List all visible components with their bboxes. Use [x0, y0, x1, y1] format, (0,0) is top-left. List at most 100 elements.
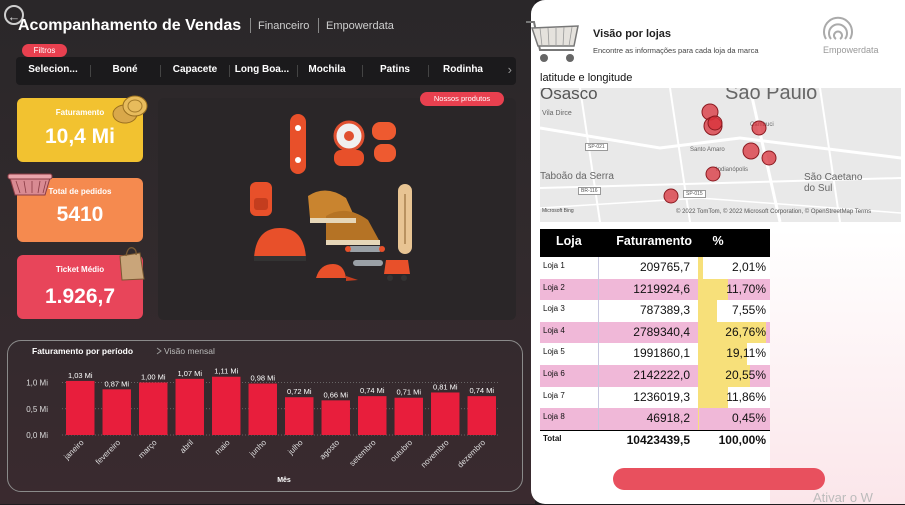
- skateboard-icon: [290, 114, 306, 174]
- bar-data-label: 1,00 Mi: [141, 373, 166, 382]
- bar: [321, 400, 350, 435]
- bar-data-label: 1,07 Mi: [177, 369, 202, 378]
- column-header-faturamento[interactable]: Faturamento: [598, 234, 692, 248]
- total-percent: 100,00%: [718, 432, 766, 447]
- table-body: Loja 1 209765,7 2,01% Loja 2 1219924,6 11,70%…: [540, 257, 770, 430]
- nav-link-financeiro[interactable]: Financeiro: [258, 20, 309, 32]
- bar-data-label: 0,87 Mi: [104, 379, 129, 388]
- slicer-item-mochila[interactable]: Mochila: [294, 64, 360, 75]
- cell-loja: Loja 3: [543, 304, 565, 314]
- bar: [139, 382, 168, 435]
- x-tick-label: março: [137, 438, 159, 460]
- table-row[interactable]: Loja 6 2142222,0 20,55%: [540, 364, 770, 387]
- bar: [66, 380, 95, 435]
- shoes-icon: [308, 190, 380, 245]
- trucks-icon: [345, 246, 385, 266]
- bar-data-label: 0,66 Mi: [323, 390, 348, 399]
- product-slicer[interactable]: Selecion... Boné Capacete Long Boa... Mo…: [16, 57, 516, 85]
- store-marker: [742, 142, 760, 160]
- table-row[interactable]: Loja 4 2789340,4 26,76%: [540, 321, 770, 344]
- slicer-item-rodinha[interactable]: Rodinha: [428, 64, 498, 75]
- table-row[interactable]: Loja 8 46918,2 0,45%: [540, 408, 770, 430]
- cell-faturamento: 1991860,1: [633, 346, 690, 361]
- table-row[interactable]: Loja 1 209765,7 2,01%: [540, 257, 770, 279]
- map-attribution[interactable]: © 2022 TomTom, © 2022 Microsoft Corporat…: [676, 209, 871, 215]
- action-button[interactable]: [613, 468, 825, 490]
- store-marker: [751, 120, 767, 136]
- kpi-value: 10,4 Mi: [44, 125, 116, 148]
- brand-name: Empowerdata: [823, 45, 879, 55]
- cell-loja: Loja 1: [543, 261, 565, 270]
- store-marker: [663, 188, 679, 204]
- cell-faturamento: 1236019,3: [633, 389, 690, 404]
- slicer-item-patins[interactable]: Patins: [362, 64, 428, 75]
- cell-loja: Loja 5: [543, 347, 565, 357]
- x-tick-label: setembro: [348, 438, 378, 468]
- table-row[interactable]: Loja 5 1991860,1 19,11%: [540, 343, 770, 365]
- column-header-loja[interactable]: Loja: [556, 234, 582, 248]
- cap-icon: [316, 264, 358, 281]
- roller-skate-icon: [384, 260, 410, 281]
- x-tick-label: agosto: [318, 438, 342, 462]
- bar: [394, 397, 423, 435]
- cell-percent: 11,70%: [726, 281, 766, 296]
- products-illustration: [250, 114, 412, 281]
- x-tick-label: maio: [213, 438, 232, 457]
- table-row[interactable]: Loja 7 1236019,3 11,86%: [540, 386, 770, 409]
- x-tick-label: janeiro: [62, 438, 86, 462]
- slicer-item-select-all[interactable]: Selecion...: [20, 64, 86, 75]
- shopping-cart-icon: [526, 21, 579, 62]
- column-header-percent[interactable]: %: [698, 234, 738, 248]
- cell-faturamento: 1219924,6: [633, 281, 690, 296]
- bar-data-label: 0,71 Mi: [396, 388, 421, 397]
- products-badge[interactable]: Nossos produtos: [420, 92, 504, 106]
- table-total-row: Total 10423439,5 100,00%: [540, 429, 770, 452]
- bar: [248, 383, 277, 435]
- kpi-value: 1.926,7: [44, 285, 116, 308]
- bar-data-label: 0,72 Mi: [287, 387, 312, 396]
- chevron-right-icon[interactable]: ›: [508, 62, 512, 77]
- cell-percent: 0,45%: [731, 411, 766, 426]
- bar: [358, 396, 387, 435]
- wheels-icon: [333, 120, 396, 166]
- y-tick-label: 0,0 Mi: [26, 431, 48, 440]
- cell-faturamento: 209765,7: [639, 260, 690, 274]
- nav-divider: [318, 18, 319, 33]
- table-row[interactable]: Loja 2 1219924,6 11,70%: [540, 278, 770, 301]
- bar-data-label: 0,74 Mi: [469, 386, 494, 395]
- slicer-item-capacete[interactable]: Capacete: [162, 64, 228, 75]
- bar-data-label: 1,03 Mi: [68, 371, 93, 380]
- cell-faturamento: 2142222,0: [633, 367, 690, 382]
- bar-data-label: 0,74 Mi: [360, 386, 385, 395]
- panel-gradient: [770, 230, 905, 504]
- bar: [175, 378, 204, 435]
- cell-faturamento: 46918,2: [646, 411, 690, 426]
- cell-percent: 20,55%: [725, 367, 766, 382]
- x-tick-label: dezembro: [456, 438, 488, 470]
- bar-data-label: 1,11 Mi: [214, 367, 238, 376]
- helmet-icon: [254, 228, 306, 261]
- cell-loja: Loja 6: [543, 368, 565, 378]
- longboard-icon: [398, 184, 412, 254]
- stores-subtitle: Encontre as informações para cada loja d…: [593, 46, 759, 55]
- nav-link-empowerdata[interactable]: Empowerdata: [326, 20, 394, 32]
- activate-windows-watermark: Ativar o W: [813, 490, 873, 505]
- store-map[interactable]: Osasco São Paulo São Caetano do Sul Tabo…: [540, 88, 901, 222]
- cell-percent: 26,76%: [725, 324, 766, 339]
- slicer-item-long-board[interactable]: Long Boa...: [229, 64, 295, 75]
- chart-subtitle: Visão mensal: [164, 346, 215, 356]
- cell-faturamento: 2789340,4: [633, 324, 690, 339]
- page-title: Acompanhamento de Vendas: [18, 17, 242, 34]
- stores-title: Visão por lojas: [593, 28, 672, 40]
- x-tick-label: fevereiro: [94, 438, 123, 467]
- kpi-value: 5410: [56, 203, 104, 226]
- slicer-item-bone[interactable]: Boné: [92, 64, 158, 75]
- bar: [431, 392, 460, 435]
- x-tick-label: junho: [247, 438, 268, 459]
- coins-icon: [112, 95, 148, 124]
- cell-percent: 7,55%: [731, 303, 766, 318]
- cell-loja: Loja 8: [543, 412, 565, 422]
- cell-loja: Loja 2: [543, 282, 565, 292]
- store-marker: [705, 166, 721, 182]
- table-row[interactable]: Loja 3 787389,3 7,55%: [540, 300, 770, 322]
